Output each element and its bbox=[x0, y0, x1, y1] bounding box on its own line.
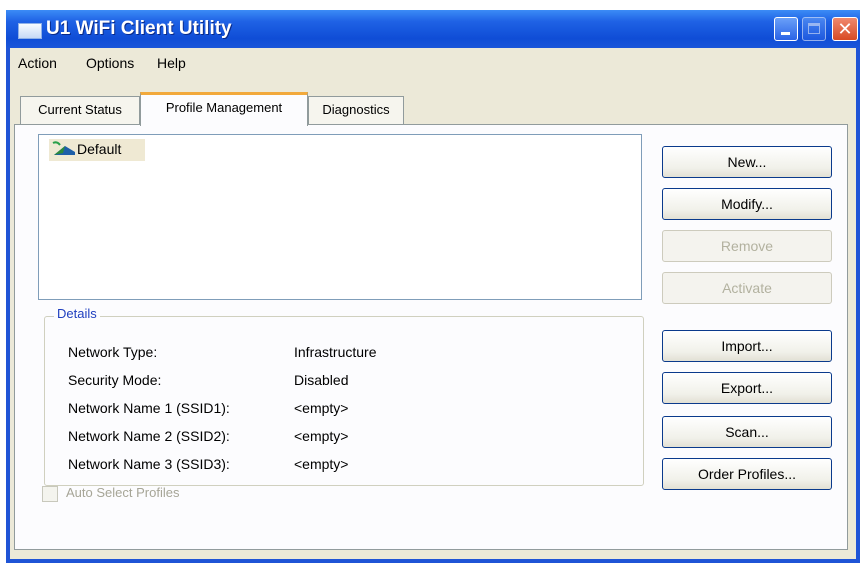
menu-action[interactable]: Action bbox=[18, 55, 57, 71]
detail-value-security-mode: Disabled bbox=[294, 372, 349, 388]
menu-help[interactable]: Help bbox=[157, 55, 186, 71]
new-button[interactable]: New... bbox=[662, 146, 832, 178]
profile-name: Default bbox=[77, 141, 122, 157]
detail-label-ssid3: Network Name 3 (SSID3): bbox=[68, 456, 230, 472]
menu-bar: Action Options Help bbox=[10, 48, 856, 76]
maximize-icon bbox=[808, 23, 820, 34]
wireless-profile-icon bbox=[52, 141, 75, 155]
profile-list[interactable]: Default bbox=[38, 134, 642, 300]
modify-button[interactable]: Modify... bbox=[662, 188, 832, 220]
window-title: U1 WiFi Client Utility bbox=[46, 18, 232, 39]
profile-item-default[interactable]: Default bbox=[49, 139, 145, 161]
auto-select-checkbox[interactable] bbox=[42, 486, 58, 502]
order-profiles-button[interactable]: Order Profiles... bbox=[662, 458, 832, 490]
scan-button[interactable]: Scan... bbox=[662, 416, 832, 448]
detail-value-network-type: Infrastructure bbox=[294, 344, 377, 360]
detail-value-ssid2: <empty> bbox=[294, 428, 349, 444]
close-button[interactable]: ✕ bbox=[832, 17, 858, 41]
detail-label-security-mode: Security Mode: bbox=[68, 372, 162, 388]
tab-current-status[interactable]: Current Status bbox=[20, 96, 140, 124]
maximize-button[interactable] bbox=[802, 17, 826, 41]
app-icon bbox=[18, 23, 42, 39]
import-button[interactable]: Import... bbox=[662, 330, 832, 362]
background-strip bbox=[0, 0, 860, 10]
close-icon: ✕ bbox=[837, 19, 853, 39]
title-bar[interactable]: U1 WiFi Client Utility ✕ bbox=[6, 10, 860, 48]
detail-value-ssid3: <empty> bbox=[294, 456, 349, 472]
detail-label-network-type: Network Type: bbox=[68, 344, 158, 360]
detail-label-ssid1: Network Name 1 (SSID1): bbox=[68, 400, 230, 416]
minimize-button[interactable] bbox=[774, 17, 798, 41]
menu-options[interactable]: Options bbox=[86, 55, 134, 71]
details-legend: Details bbox=[54, 306, 100, 321]
remove-button[interactable]: Remove bbox=[662, 230, 832, 262]
tab-profile-management[interactable]: Profile Management bbox=[140, 92, 308, 126]
activate-button[interactable]: Activate bbox=[662, 272, 832, 304]
export-button[interactable]: Export... bbox=[662, 372, 832, 404]
tab-diagnostics[interactable]: Diagnostics bbox=[308, 96, 404, 124]
detail-value-ssid1: <empty> bbox=[294, 400, 349, 416]
minimize-icon bbox=[781, 32, 790, 35]
detail-label-ssid2: Network Name 2 (SSID2): bbox=[68, 428, 230, 444]
auto-select-label: Auto Select Profiles bbox=[66, 485, 180, 500]
